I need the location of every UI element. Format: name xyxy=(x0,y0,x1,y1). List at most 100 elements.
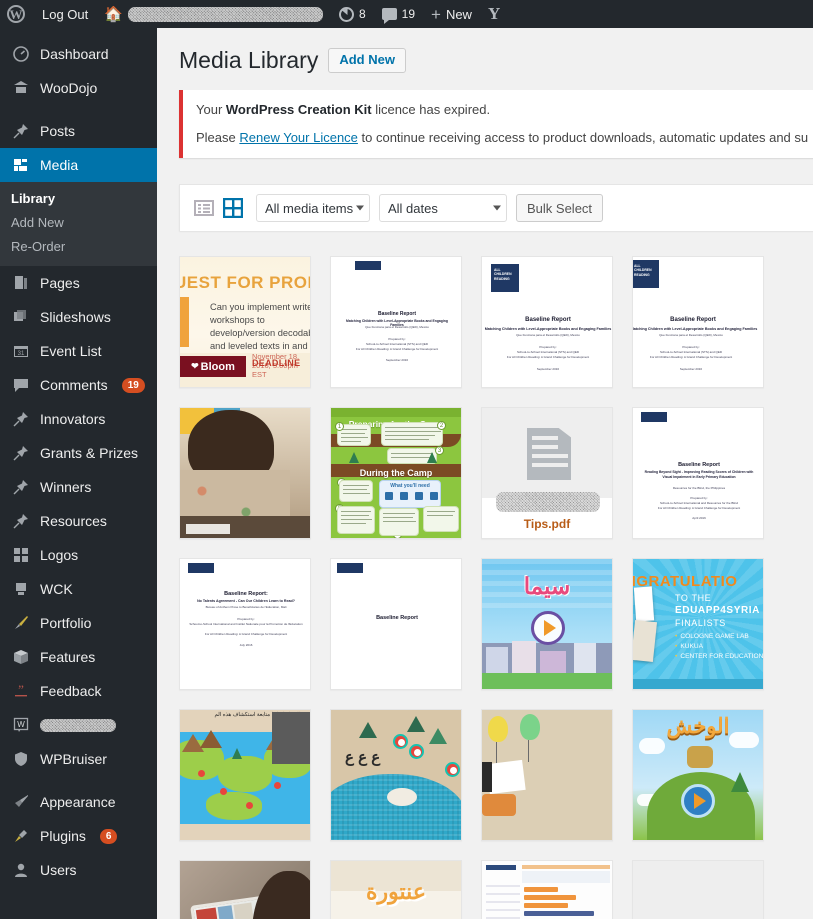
submenu-item-re-order[interactable]: Re-Order xyxy=(0,235,157,259)
media-item-request-for-proposals-flyer[interactable]: UEST FOR PROPO Can you implement writer'… xyxy=(179,256,311,388)
report-prepared-1: School-to-School International (STS) and… xyxy=(516,350,580,354)
sidebar-item-logos[interactable]: Logos xyxy=(0,538,157,572)
grid-view-icon[interactable] xyxy=(222,197,244,219)
step-number: 2 xyxy=(437,421,446,430)
media-item-gantt-chart-document[interactable] xyxy=(481,860,613,919)
media-item-baseline-report-document[interactable]: ALL CHILDREN READING Baseline Report Mat… xyxy=(632,256,764,388)
media-item-baseline-report-document[interactable]: Baseline Report Reading Beyond Sight - I… xyxy=(632,407,764,539)
notice-line-1: Your WordPress Creation Kit licence has … xyxy=(196,100,807,120)
logout-label: Log Out xyxy=(42,6,89,22)
svg-text:”: ” xyxy=(18,683,24,697)
sidebar-item-pages[interactable]: Pages xyxy=(0,266,157,300)
home-icon: 🏠 xyxy=(104,5,123,23)
sidebar-item-label: WooDojo xyxy=(40,80,98,96)
report-prepared-1: School-to-School International and Insti… xyxy=(189,622,303,626)
thumbnail-image: Baseline Report Matching Children with L… xyxy=(331,257,461,387)
grid-icon xyxy=(11,545,31,565)
sidebar-item-wpbruiser[interactable]: WPBruiser xyxy=(0,742,157,776)
sidebar-item-comments[interactable]: Comments 19 xyxy=(0,368,157,402)
report-subtitle: Reading Beyond Sight - Improving Reading… xyxy=(644,470,754,479)
media-item-baseline-report-document[interactable]: Baseline Report: No Talents Agreement - … xyxy=(179,558,311,690)
sidebar-item-grants-prizes[interactable]: Grants & Prizes xyxy=(0,436,157,470)
sidebar-item-feedback[interactable]: ” Feedback xyxy=(0,674,157,708)
updates-menu[interactable]: 8 xyxy=(331,0,374,28)
comments-menu[interactable]: 19 xyxy=(374,0,423,28)
sidebar-item-portfolio[interactable]: Portfolio xyxy=(0,606,157,640)
finalist-item: COLOGNE GAME LAB xyxy=(675,633,749,640)
sidebar-item-posts[interactable]: Posts xyxy=(0,114,157,148)
step-number: 1 xyxy=(335,422,344,431)
report-logo-text: ALL CHILDREN READING xyxy=(494,268,512,281)
sidebar-item-features[interactable]: Features xyxy=(0,640,157,674)
sidebar-item-winners[interactable]: Winners xyxy=(0,470,157,504)
media-item-pdf-attachment[interactable]: Tips.pdf xyxy=(481,407,613,539)
report-logo-block xyxy=(641,412,667,422)
new-content-menu[interactable]: + New xyxy=(423,0,480,28)
sidebar-item-wck[interactable]: WCK xyxy=(0,572,157,606)
sidebar-item-resources[interactable]: Resources xyxy=(0,504,157,538)
infographic-card xyxy=(379,508,419,536)
submenu-item-add-new[interactable]: Add New xyxy=(0,211,157,235)
user-icon xyxy=(11,860,31,880)
product-name: WordPress Creation Kit xyxy=(225,102,372,117)
chevron-down-icon xyxy=(493,205,501,211)
media-item-baseline-report-document[interactable]: ALL CHILDREN READING Baseline Report Mat… xyxy=(481,256,613,388)
paintbrush-icon xyxy=(11,792,31,812)
sidebar-item-label: Users xyxy=(40,862,77,878)
media-item-eduapp4syria-finalists-graphic[interactable]: NGRATULATIO TO THE EDUAPP4SYRIA FINALIST… xyxy=(632,558,764,690)
thumbnail-image: عنتورة و الحروف xyxy=(331,861,461,919)
building xyxy=(486,647,508,673)
media-item-blank-document[interactable] xyxy=(632,860,764,919)
date-filter[interactable]: All dates xyxy=(379,194,507,222)
media-item-game-map-screenshot[interactable]: و ذلك رائعا علينا متابعة استكشاف هذه الم xyxy=(179,709,311,841)
add-new-button[interactable]: Add New xyxy=(328,48,406,73)
media-item-arabic-video-thumbnail[interactable]: سيما xyxy=(481,558,613,690)
sidebar-item-users[interactable]: Users xyxy=(0,853,157,887)
report-date: April 2016 xyxy=(692,516,706,520)
sidebar-item-dashboard[interactable]: Dashboard xyxy=(0,37,157,71)
calendar-icon: 31 xyxy=(11,341,31,361)
creature-eye xyxy=(387,788,417,806)
wordpress-logo-icon: W xyxy=(7,5,25,23)
media-item-arabic-monster-video-thumbnail[interactable]: الوخش xyxy=(632,709,764,841)
media-item-knitted-creature-screenshot[interactable]: ع ع ع xyxy=(330,709,462,841)
media-item-balloon-game-screenshot[interactable] xyxy=(481,709,613,841)
pin-icon xyxy=(11,409,31,429)
media-type-filter[interactable]: All media items xyxy=(256,194,370,222)
yoast-menu[interactable]: Y xyxy=(480,0,506,28)
dashboard-icon xyxy=(11,44,31,64)
sidebar-item-event-list[interactable]: 31 Event List xyxy=(0,334,157,368)
play-button-icon[interactable] xyxy=(681,784,715,818)
sidebar-item-woodojo[interactable]: WooDojo xyxy=(0,71,157,105)
renew-licence-link[interactable]: Renew Your Licence xyxy=(239,130,358,145)
new-label: New xyxy=(445,6,472,22)
report-logo-block: ALL CHILDREN READING xyxy=(633,260,659,288)
media-item-camp-infographic[interactable]: Preparing for the Camp During the Camp 1… xyxy=(330,407,462,539)
bulk-select-button[interactable]: Bulk Select xyxy=(516,194,604,222)
submenu-item-library[interactable]: Library xyxy=(0,187,157,211)
play-button-icon[interactable] xyxy=(531,611,565,645)
logout-link[interactable]: Log Out xyxy=(34,0,96,28)
sidebar-item-slideshows[interactable]: Slideshows xyxy=(0,300,157,334)
media-item-tablet-gameplay-photo[interactable] xyxy=(179,860,311,919)
thumbnail-image: الوخش xyxy=(633,710,763,840)
media-item-baseline-report-document[interactable]: Baseline Report xyxy=(330,558,462,690)
finalist-item: CENTER FOR EDUCATIONAL TECHN xyxy=(675,653,763,660)
sidebar-item-redacted-plugin[interactable]: W xyxy=(0,708,157,742)
wordpress-logo-menu[interactable]: W xyxy=(0,0,34,28)
media-item-child-reading-photo[interactable] xyxy=(179,407,311,539)
media-item-antoura-letters-graphic[interactable]: عنتورة و الحروف xyxy=(330,860,462,919)
thumbnail-image xyxy=(180,408,310,538)
thumbnail-image: ALL CHILDREN READING Baseline Report Mat… xyxy=(633,257,763,387)
site-name-menu[interactable]: 🏠 xyxy=(96,0,331,28)
thumbnail-image: Baseline Report xyxy=(331,559,461,689)
sidebar-item-innovators[interactable]: Innovators xyxy=(0,402,157,436)
list-view-icon[interactable] xyxy=(194,198,214,218)
sidebar-item-media[interactable]: Media xyxy=(0,148,157,182)
what-you-need-card: What you'll need xyxy=(379,480,441,508)
sidebar-item-appearance[interactable]: Appearance xyxy=(0,785,157,819)
sidebar-item-label-redacted xyxy=(40,718,116,732)
media-item-baseline-report-document[interactable]: Baseline Report Matching Children with L… xyxy=(330,256,462,388)
building xyxy=(574,643,596,673)
sidebar-item-plugins[interactable]: Plugins 6 xyxy=(0,819,157,853)
